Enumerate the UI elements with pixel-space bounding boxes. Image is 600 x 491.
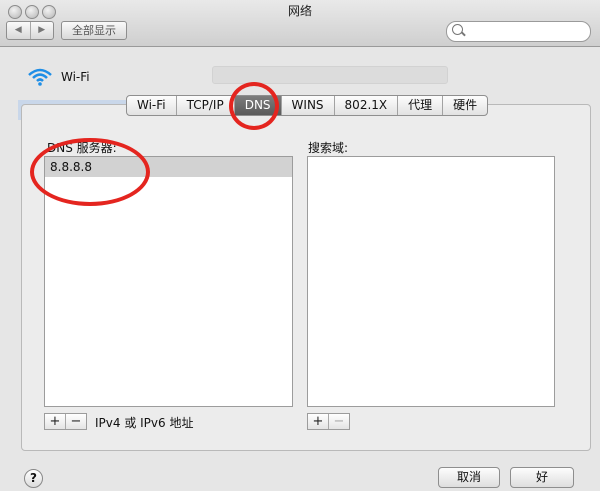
network-service-name: Wi-Fi — [61, 70, 90, 84]
dns-add-remove-buttons: + − — [44, 413, 87, 430]
add-domain-button[interactable]: + — [308, 414, 329, 429]
back-arrow-icon[interactable]: ◀ — [7, 22, 31, 39]
forward-arrow-icon[interactable]: ▶ — [31, 22, 54, 39]
tab-8021x[interactable]: 802.1X — [335, 96, 399, 115]
show-all-button[interactable]: 全部显示 — [61, 21, 127, 40]
tab-tcpip[interactable]: TCP/IP — [177, 96, 235, 115]
network-service-header: Wi-Fi — [27, 68, 90, 86]
search-icon — [452, 24, 463, 35]
dns-tab-highlight-ring — [229, 82, 279, 130]
window-title: 网络 — [287, 4, 312, 18]
remove-dns-button[interactable]: − — [66, 414, 86, 429]
search-domains-list[interactable] — [307, 156, 555, 407]
settings-tabs: Wi-Fi TCP/IP DNS WINS 802.1X 代理 硬件 — [126, 95, 489, 116]
cancel-button[interactable]: 取消 — [438, 467, 500, 488]
dns-format-hint: IPv4 或 IPv6 地址 — [95, 416, 194, 430]
add-dns-button[interactable]: + — [45, 414, 66, 429]
location-popup-ghost — [212, 66, 448, 84]
dns-server-highlight-ring — [30, 138, 150, 206]
help-button[interactable]: ? — [24, 469, 43, 488]
back-forward-buttons: ◀ ▶ — [6, 21, 54, 40]
ok-button[interactable]: 好 — [510, 467, 574, 488]
remove-domain-button[interactable]: − — [329, 414, 349, 429]
search-domains-label: 搜索域: — [308, 141, 349, 155]
tab-proxy[interactable]: 代理 — [398, 96, 444, 115]
domain-add-remove-buttons: + − — [307, 413, 350, 430]
wifi-icon — [28, 68, 52, 86]
search-field[interactable] — [446, 21, 591, 42]
window-titlebar: 网络 ◀ ▶ 全部显示 — [0, 0, 600, 47]
tab-wins[interactable]: WINS — [282, 96, 335, 115]
tab-hardware[interactable]: 硬件 — [443, 96, 487, 115]
tab-wifi[interactable]: Wi-Fi — [127, 96, 177, 115]
